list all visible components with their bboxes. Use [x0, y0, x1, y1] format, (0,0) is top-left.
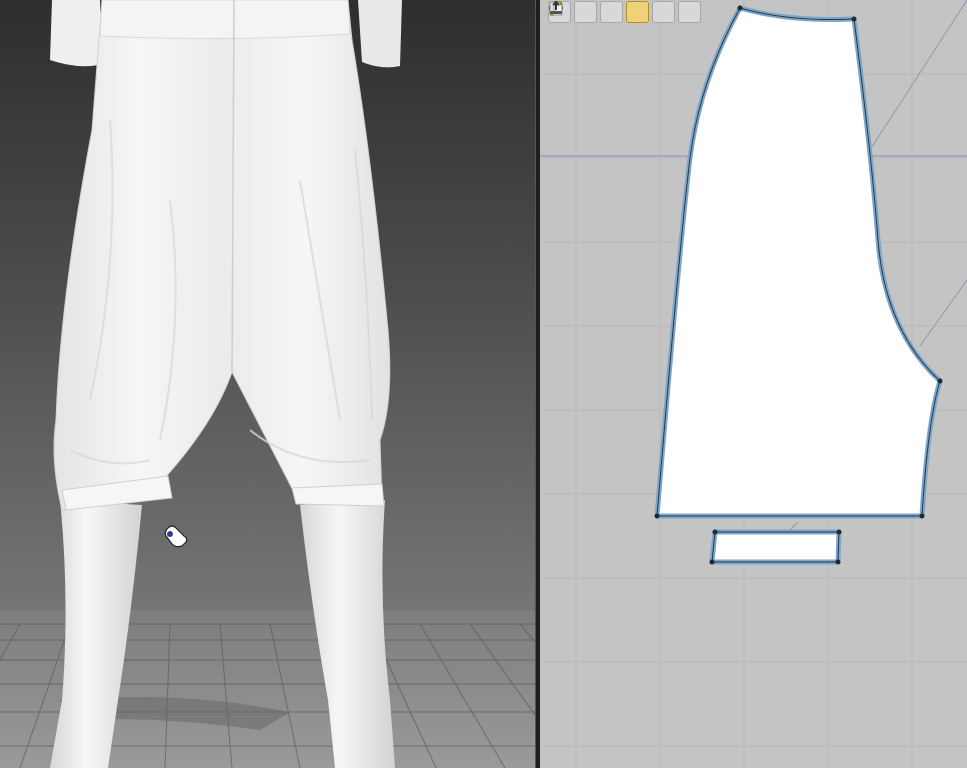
pant-leg-piece[interactable] — [654, 5, 943, 519]
pants-3d-garment[interactable] — [53, 0, 391, 511]
hand-cursor-icon — [164, 525, 188, 548]
viewport-2d-pattern[interactable] — [540, 0, 967, 768]
garment-editor-window — [0, 0, 967, 768]
cuff-band-piece[interactable] — [709, 529, 842, 565]
select-piece-icon[interactable] — [549, 1, 649, 23]
export-icon[interactable] — [550, 0, 701, 23]
avatar-left-arm — [50, 0, 102, 67]
pants-waistband — [99, 0, 351, 40]
pants-right-cuff — [291, 483, 385, 507]
diagonal-guide-2 — [919, 279, 967, 347]
transform-pattern-icon[interactable] — [549, 1, 597, 23]
avatar-right-arm — [358, 0, 402, 68]
pattern-toolbar — [548, 0, 701, 24]
viewport-3d[interactable] — [0, 0, 535, 768]
info-icon[interactable] — [549, 1, 623, 23]
pattern-duplicate-icon[interactable] — [549, 1, 675, 23]
diagonal-guide — [869, 0, 967, 151]
